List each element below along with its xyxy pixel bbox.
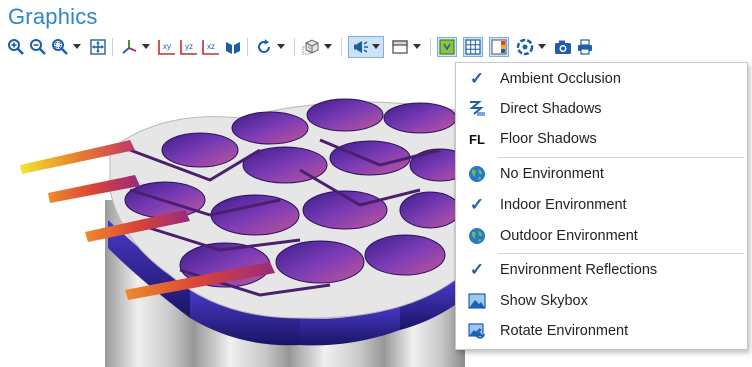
print-icon[interactable] [575,37,595,57]
menu-item-label: Floor Shadows [500,131,597,147]
menu-item-direct-shadows[interactable]: Direct Shadows [456,94,747,124]
chevron-down-icon[interactable] [323,37,333,57]
menu-item-show-skybox[interactable]: Show Skybox [456,286,747,316]
menu-item-ambient-occlusion[interactable]: ✓ Ambient Occlusion [456,64,747,94]
menu-item-label: No Environment [500,166,604,182]
menu-item-label: Indoor Environment [500,197,627,213]
window-title: Graphics [8,4,98,29]
menu-item-label: Outdoor Environment [500,228,638,244]
menu-item-label: Ambient Occlusion [500,71,621,87]
menu-item-label: Environment Reflections [500,262,658,278]
lighting-menu-button[interactable] [348,36,384,58]
graphics-toolbar: xy yz xz [6,35,752,59]
xy-plane-icon[interactable]: xy [157,37,177,57]
toolbar-separator [247,38,248,56]
view-cube-icon[interactable] [301,37,321,57]
camera-icon[interactable] [553,37,573,57]
svg-text:yz: yz [185,42,193,51]
menu-item-label: Show Skybox [500,293,588,309]
menu-separator [498,157,744,158]
checkmark-icon: ✓ [469,260,485,279]
rotate-icon[interactable] [254,37,274,57]
menu-item-indoor-environment[interactable]: ✓ Indoor Environment [456,190,747,220]
chevron-down-icon[interactable] [537,37,547,57]
grid-icon[interactable] [463,37,483,57]
globe-icon [456,221,498,251]
floor-shadows-icon: FL [469,131,485,147]
axis-icon[interactable] [119,37,139,57]
lighting-dropdown-menu: ✓ Ambient Occlusion Direct Shadows FL Fl… [455,62,748,350]
menu-item-floor-shadows[interactable]: FL Floor Shadows [456,124,747,154]
zoom-extents-icon[interactable] [88,37,108,57]
menu-item-outdoor-environment[interactable]: Outdoor Environment [456,221,747,251]
menu-item-environment-reflections[interactable]: ✓ Environment Reflections [456,255,747,285]
checkmark-icon: ✓ [469,195,485,214]
menu-separator [498,253,744,254]
toolbar-separator [112,38,113,56]
rotate-environment-icon [456,316,498,346]
scene-icon[interactable] [390,37,410,57]
direct-shadows-icon [456,94,498,124]
toolbar-separator [430,38,431,56]
menu-item-label: Direct Shadows [500,101,602,117]
checkmark-icon: ✓ [469,69,485,88]
zoom-in-icon[interactable] [6,37,26,57]
xz-plane-icon[interactable]: xz [201,37,221,57]
chevron-down-icon[interactable] [371,44,381,50]
toolbar-separator [341,38,342,56]
chevron-down-icon[interactable] [412,37,422,57]
chevron-down-icon[interactable] [141,37,151,57]
zoom-out-icon[interactable] [28,37,48,57]
zoom-box-icon[interactable] [50,37,70,57]
menu-item-label: Rotate Environment [500,323,629,339]
chevron-down-icon[interactable] [72,37,82,57]
skybox-icon [456,286,498,316]
render-icon[interactable] [515,37,535,57]
go-to-view-icon[interactable] [223,37,243,57]
svg-text:xy: xy [163,42,171,51]
menu-item-rotate-environment[interactable]: Rotate Environment [456,316,747,346]
color-legend-icon[interactable] [489,37,509,57]
lighting-icon[interactable] [351,37,371,57]
toolbar-separator [294,38,295,56]
chevron-down-icon[interactable] [276,37,286,57]
svg-text:xz: xz [207,42,215,51]
show-grid-icon[interactable] [437,37,457,57]
menu-item-no-environment[interactable]: No Environment [456,159,747,189]
globe-icon [456,159,498,189]
yz-plane-icon[interactable]: yz [179,37,199,57]
